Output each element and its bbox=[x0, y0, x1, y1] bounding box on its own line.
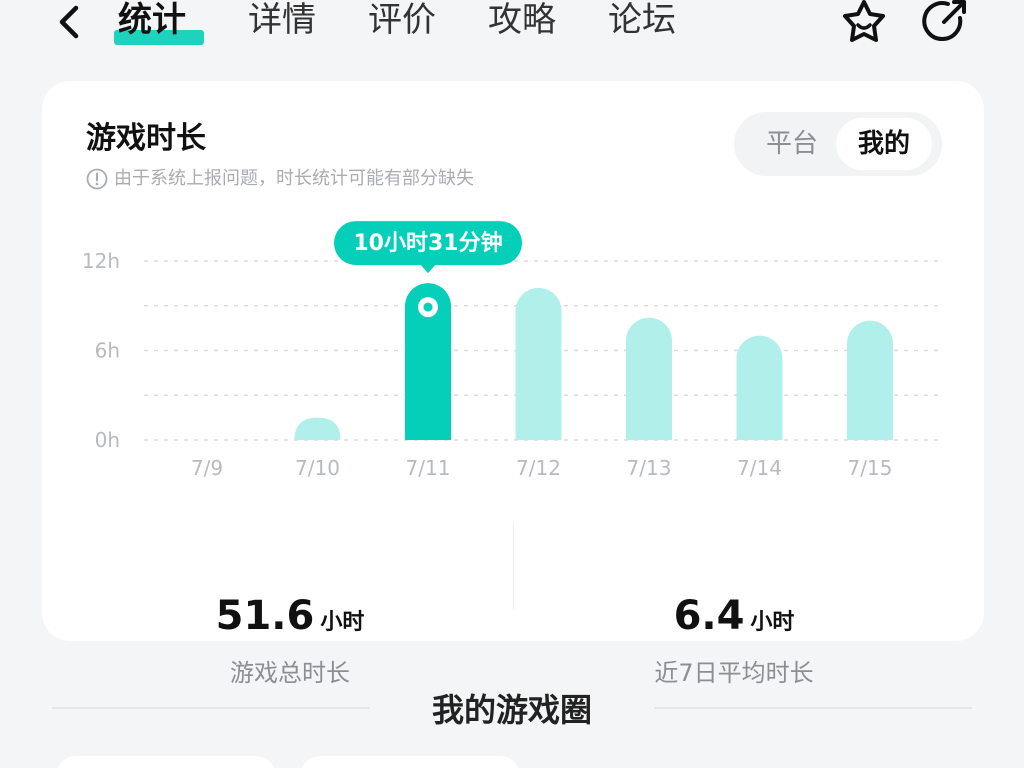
average-playtime-unit: 小时 bbox=[750, 610, 795, 635]
x-tick-label: 7/10 bbox=[295, 456, 340, 480]
playtime-card: 游戏时长 由于系统上报问题，时长统计可能有部分缺失 平台 我的 0h 6h 12h 7… bbox=[42, 81, 984, 687]
tab-reviews[interactable]: 评价 bbox=[368, 0, 436, 42]
top-nav: 统计 详情 评价 攻略 论坛 bbox=[0, 0, 1024, 60]
bar bbox=[515, 287, 562, 440]
bar bbox=[736, 335, 783, 440]
total-playtime-stat: 51.6 小时 bbox=[140, 593, 440, 639]
x-tick-label: 7/13 bbox=[627, 456, 672, 480]
x-tick-label: 7/12 bbox=[516, 456, 561, 480]
y-tick-label: 0h bbox=[95, 428, 120, 452]
tab-details[interactable]: 详情 bbox=[248, 0, 316, 42]
chevron-left-icon bbox=[59, 5, 79, 39]
section-divider-right bbox=[654, 707, 972, 709]
total-playtime-unit: 小时 bbox=[320, 610, 365, 635]
bar-marker-dot bbox=[423, 302, 433, 312]
favorite-button[interactable] bbox=[836, 0, 892, 46]
total-playtime-label: 游戏总时长 bbox=[230, 659, 350, 687]
bar bbox=[847, 320, 893, 440]
bar-tooltip-pointer bbox=[420, 264, 436, 274]
x-tick-label: 7/11 bbox=[406, 456, 451, 480]
tab-forum[interactable]: 论坛 bbox=[608, 0, 676, 42]
playtime-bar-chart: 0h 6h 12h 7/9 7/10 10小时31分钟 7/11 7/12 7/13 7/14 7/… bbox=[82, 221, 942, 480]
y-tick-label: 12h bbox=[82, 249, 120, 273]
section-title: 我的游戏圈 bbox=[431, 691, 592, 729]
bar bbox=[294, 417, 341, 440]
total-playtime-value: 51.6 bbox=[215, 593, 315, 639]
bar-tooltip-text: 10小时31分钟 bbox=[353, 230, 502, 256]
stats-divider bbox=[513, 523, 514, 609]
circle-card[interactable] bbox=[300, 756, 520, 768]
average-playtime-value: 6.4 bbox=[673, 593, 745, 639]
star-icon bbox=[843, 0, 885, 42]
tab-stats[interactable]: 统计 bbox=[118, 0, 186, 42]
y-tick-label: 6h bbox=[95, 339, 120, 363]
share-button[interactable] bbox=[918, 0, 974, 46]
x-tick-label: 7/9 bbox=[191, 456, 223, 480]
x-tick-label: 7/14 bbox=[737, 456, 782, 480]
back-button[interactable] bbox=[50, 2, 90, 42]
circle-card[interactable] bbox=[56, 756, 276, 768]
x-tick-label: 7/15 bbox=[848, 456, 893, 480]
bar bbox=[626, 317, 672, 440]
tab-guides[interactable]: 攻略 bbox=[488, 0, 556, 42]
share-icon bbox=[922, 0, 966, 42]
average-playtime-label: 近7日平均时长 bbox=[654, 659, 814, 687]
average-playtime-stat: 6.4 小时 bbox=[584, 593, 884, 639]
